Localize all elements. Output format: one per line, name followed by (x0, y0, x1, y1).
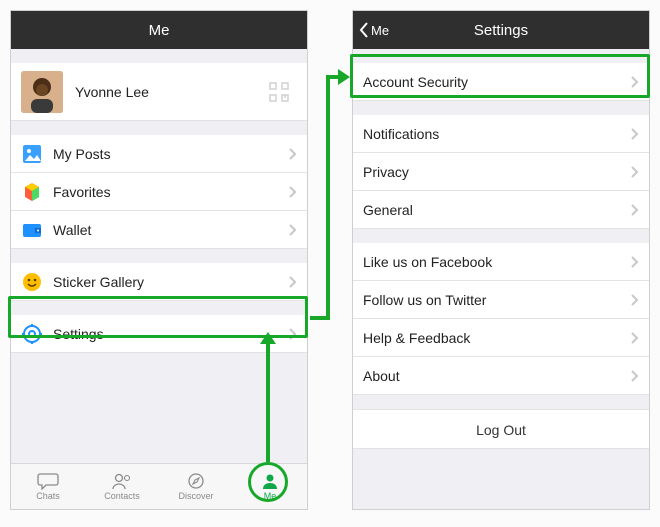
gap (353, 229, 649, 243)
gap (11, 249, 307, 263)
tab-bar: Chats Contacts Discover Me (11, 463, 307, 509)
tab-me[interactable]: Me (233, 464, 307, 509)
navbar-title: Me (149, 22, 170, 39)
row-my-posts[interactable]: My Posts (11, 135, 307, 173)
chevron-right-icon (631, 294, 639, 306)
row-general[interactable]: General (353, 191, 649, 229)
back-label: Me (371, 23, 389, 38)
chevron-right-icon (289, 224, 297, 236)
chevron-right-icon (289, 328, 297, 340)
favorites-icon (21, 181, 43, 203)
row-account-security[interactable]: Account Security (353, 63, 649, 101)
chevron-right-icon (631, 204, 639, 216)
profile-row[interactable]: Yvonne Lee (11, 63, 307, 121)
navbar-settings: Me Settings (353, 11, 649, 49)
tab-discover[interactable]: Discover (159, 464, 233, 509)
me-screen: Me Yvonne Lee My Posts Favorites Wallet … (10, 10, 308, 510)
chevron-right-icon (631, 256, 639, 268)
posts-icon (21, 143, 43, 165)
gap (11, 49, 307, 63)
gap (353, 101, 649, 115)
row-about[interactable]: About (353, 357, 649, 395)
gap (353, 49, 649, 63)
tab-label: Contacts (104, 491, 140, 501)
row-label: Privacy (363, 164, 631, 180)
discover-icon (185, 472, 207, 490)
tab-chats[interactable]: Chats (11, 464, 85, 509)
settings-screen: Me Settings Account Security Notificatio… (352, 10, 650, 510)
arrow-segment (266, 340, 270, 462)
chevron-right-icon (289, 276, 297, 288)
settings-icon (21, 323, 43, 345)
arrow-head-icon (260, 332, 276, 344)
chevron-right-icon (631, 128, 639, 140)
row-label: Follow us on Twitter (363, 292, 631, 308)
tab-label: Chats (36, 491, 60, 501)
chevron-right-icon (631, 76, 639, 88)
row-follow-twitter[interactable]: Follow us on Twitter (353, 281, 649, 319)
arrow-segment (326, 75, 330, 320)
row-help-feedback[interactable]: Help & Feedback (353, 319, 649, 357)
chevron-right-icon (289, 186, 297, 198)
arrow-head-icon (338, 69, 350, 85)
avatar (21, 71, 63, 113)
row-label: Account Security (363, 74, 631, 90)
row-label: Favorites (53, 184, 289, 200)
row-notifications[interactable]: Notifications (353, 115, 649, 153)
logout-button[interactable]: Log Out (353, 409, 649, 449)
me-tab-icon (259, 472, 281, 490)
row-privacy[interactable]: Privacy (353, 153, 649, 191)
row-label: Like us on Facebook (363, 254, 631, 270)
profile-name: Yvonne Lee (75, 84, 269, 100)
row-favorites[interactable]: Favorites (11, 173, 307, 211)
row-label: Sticker Gallery (53, 274, 289, 290)
row-wallet[interactable]: Wallet (11, 211, 307, 249)
chevron-right-icon (631, 370, 639, 382)
row-like-facebook[interactable]: Like us on Facebook (353, 243, 649, 281)
row-sticker-gallery[interactable]: Sticker Gallery (11, 263, 307, 301)
qr-icon[interactable] (269, 82, 289, 102)
row-label: About (363, 368, 631, 384)
back-button[interactable]: Me (359, 22, 389, 38)
chevron-right-icon (631, 166, 639, 178)
gap (11, 301, 307, 315)
row-label: Help & Feedback (363, 330, 631, 346)
tab-contacts[interactable]: Contacts (85, 464, 159, 509)
chevron-right-icon (631, 332, 639, 344)
navbar-me: Me (11, 11, 307, 49)
contacts-icon (111, 472, 133, 490)
chat-icon (37, 472, 59, 490)
row-label: Wallet (53, 222, 289, 238)
chevron-left-icon (359, 22, 369, 38)
row-label: Notifications (363, 126, 631, 142)
row-label: General (363, 202, 631, 218)
wallet-icon (21, 219, 43, 241)
chevron-right-icon (289, 148, 297, 160)
row-label: Settings (53, 326, 289, 342)
sticker-icon (21, 271, 43, 293)
gap (11, 121, 307, 135)
navbar-title: Settings (474, 22, 528, 39)
tab-label: Discover (178, 491, 213, 501)
row-label: My Posts (53, 146, 289, 162)
tab-label: Me (264, 491, 277, 501)
gap (353, 395, 649, 409)
